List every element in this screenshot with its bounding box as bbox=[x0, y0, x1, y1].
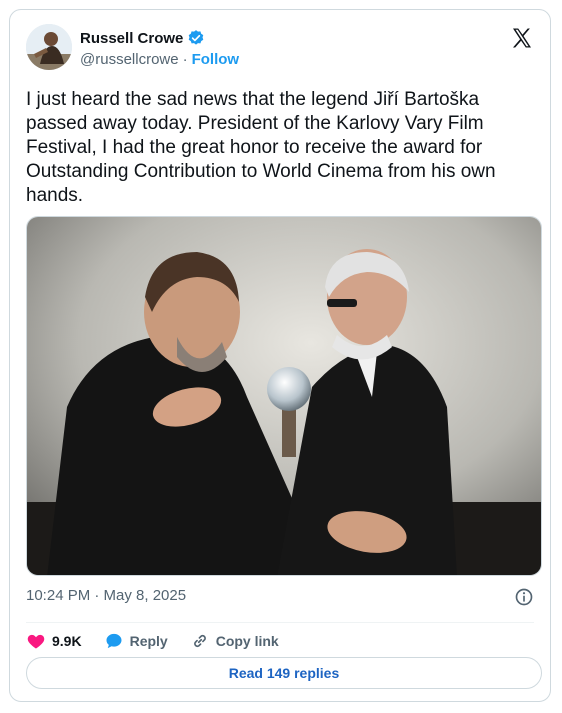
handle-row: @russellcrowe · Follow bbox=[80, 51, 239, 68]
like-count: 9.9K bbox=[52, 633, 82, 649]
copy-link-label: Copy link bbox=[215, 633, 279, 649]
divider bbox=[26, 622, 534, 623]
x-logo-icon[interactable] bbox=[510, 26, 534, 50]
reply-label: Reply bbox=[129, 633, 168, 649]
read-replies-button[interactable]: Read 149 replies bbox=[26, 657, 542, 689]
avatar[interactable] bbox=[26, 24, 72, 70]
handle[interactable]: @russellcrowe bbox=[80, 51, 179, 68]
tweet-header: Russell Crowe @russellcrowe · Follow bbox=[26, 24, 534, 74]
tweet-meta: 10:24 PM · May 8, 2025 bbox=[26, 587, 534, 611]
reply-button[interactable]: Reply bbox=[104, 631, 168, 651]
copy-link-button[interactable]: Copy link bbox=[190, 631, 279, 651]
verified-badge-icon bbox=[187, 29, 205, 47]
info-circle-icon[interactable] bbox=[514, 587, 534, 607]
speech-bubble-icon bbox=[106, 633, 122, 649]
link-icon bbox=[193, 634, 206, 648]
tweet-card: Russell Crowe @russellcrowe · Follow I j… bbox=[9, 9, 551, 702]
action-bar: 9.9K Reply Copy link bbox=[26, 626, 279, 656]
name-row: Russell Crowe bbox=[80, 29, 205, 47]
heart-icon bbox=[27, 634, 45, 649]
like-button[interactable]: 9.9K bbox=[26, 631, 82, 651]
follow-button[interactable]: Follow bbox=[192, 51, 240, 68]
tweet-text: I just heard the sad news that the legen… bbox=[26, 89, 501, 206]
separator: · bbox=[182, 51, 188, 68]
timestamp[interactable]: 10:24 PM · May 8, 2025 bbox=[26, 587, 186, 604]
read-replies-label: Read 149 replies bbox=[228, 665, 340, 681]
display-name[interactable]: Russell Crowe bbox=[80, 30, 183, 47]
tweet-photo[interactable] bbox=[26, 216, 542, 576]
